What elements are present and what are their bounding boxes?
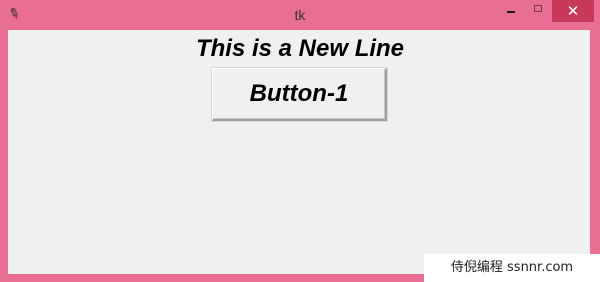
app-window: ✎ tk ✕ This is a New Line Button-1 (0, 0, 600, 282)
watermark-text: 侍倪编程 ssnnr.com (424, 254, 600, 282)
title-bar[interactable]: ✎ tk ✕ (0, 0, 600, 30)
window-client-area: This is a New Line Button-1 (8, 30, 590, 274)
close-icon: ✕ (566, 2, 580, 20)
new-line-label: This is a New Line (195, 35, 405, 62)
minimize-button[interactable] (498, 0, 524, 22)
close-button[interactable]: ✕ (552, 0, 594, 22)
button-1[interactable]: Button-1 (212, 68, 387, 121)
maximize-button[interactable] (526, 0, 552, 22)
